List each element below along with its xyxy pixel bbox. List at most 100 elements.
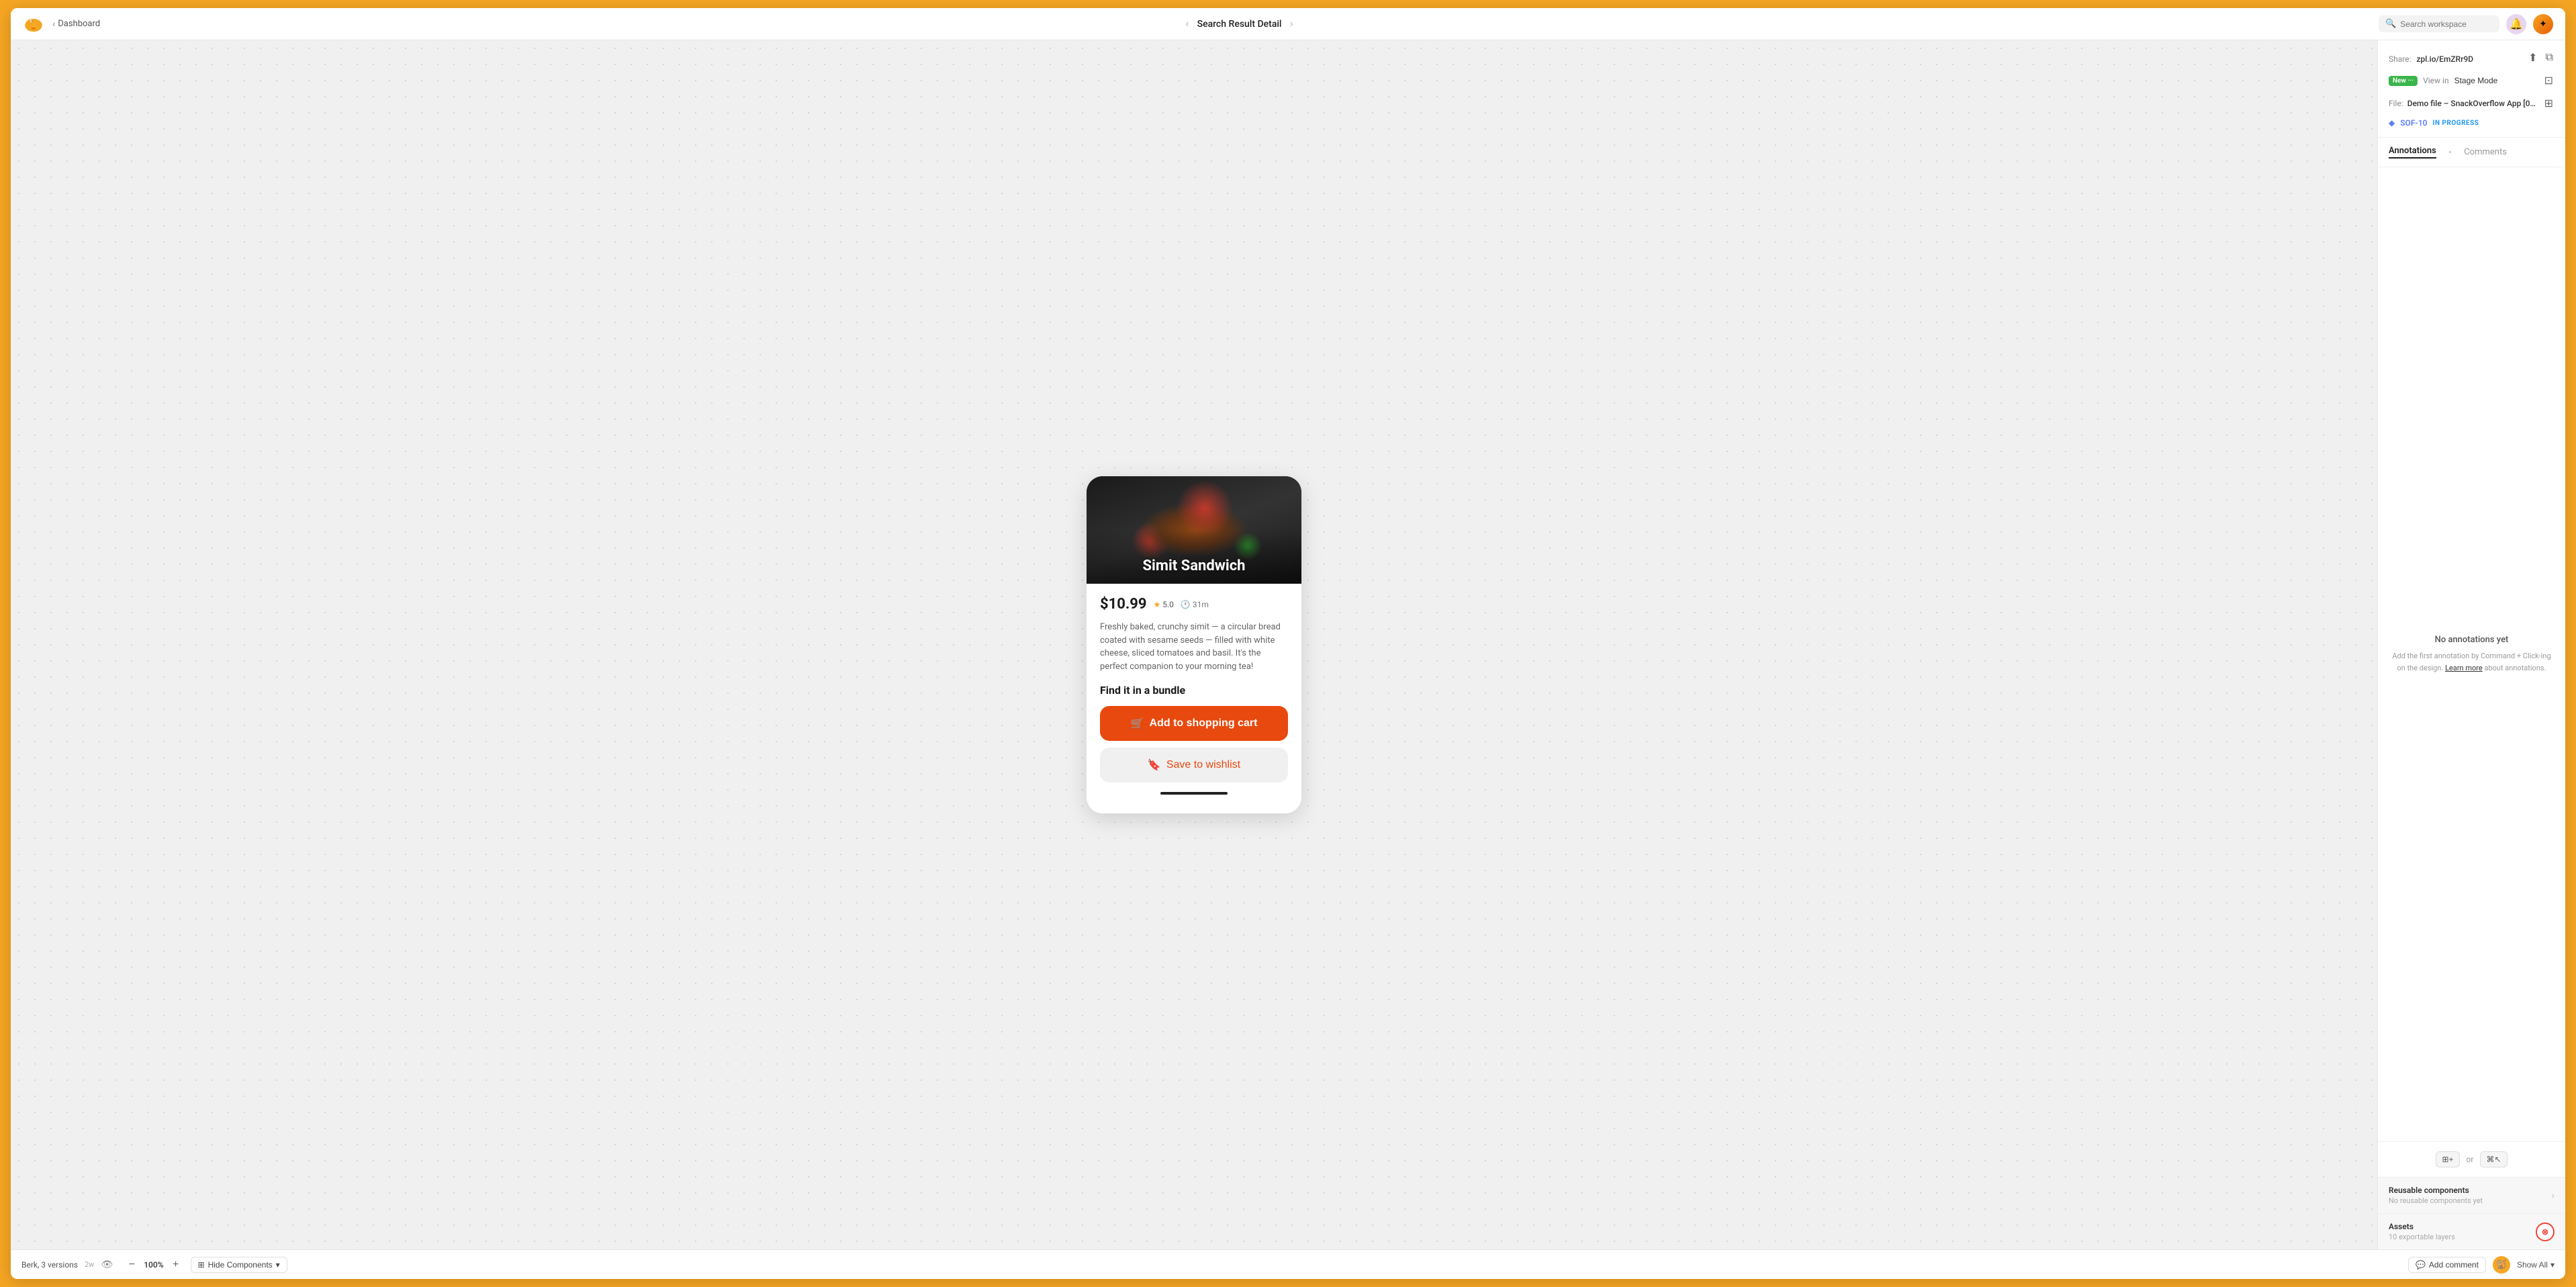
tab-annotations[interactable]: Annotations <box>2389 146 2436 159</box>
hide-components-button[interactable]: ⊞ Hide Components ▾ <box>191 1257 287 1273</box>
bottom-right: 💬 Add comment 🐒 Show All ▾ <box>2408 1256 2555 1274</box>
app-window: ‹ Dashboard ‹ Search Result Detail › 🔍 🔔… <box>11 8 2565 1279</box>
next-nav-button[interactable]: › <box>1289 18 1295 30</box>
zoom-level: 100% <box>144 1260 163 1270</box>
status-badge: IN PROGRESS <box>2433 120 2479 127</box>
share-upload-button[interactable]: ⬆ <box>2527 50 2538 66</box>
annotation-shortcuts: ⊞+ or ⌘↖ <box>2378 1141 2565 1177</box>
assets-title: Assets <box>2389 1222 2455 1231</box>
avatar-icon: ✦ <box>2539 18 2547 30</box>
page-title: Search Result Detail <box>1197 19 1282 30</box>
cart-btn-label: Add to shopping cart <box>1150 717 1258 729</box>
share-section: Share: zpl.io/EmZRr9D ⬆ ⧉ New ··· View i… <box>2378 40 2565 138</box>
view-in-row: New ··· View in Stage Mode ⊡ <box>2389 73 2555 89</box>
prev-nav-button[interactable]: ‹ <box>1184 18 1190 30</box>
back-button[interactable]: ‹ Dashboard <box>52 19 100 30</box>
header-title-area: ‹ Search Result Detail › <box>108 18 2371 30</box>
add-comment-button[interactable]: 💬 Add comment <box>2408 1257 2486 1273</box>
cart-icon: 🛒 <box>1131 717 1144 730</box>
share-row: Share: zpl.io/EmZRr9D ⬆ ⧉ <box>2389 50 2555 66</box>
annotations-empty-desc: Add the first annotation by Command + Cl… <box>2391 650 2552 674</box>
zoom-controls: − 100% + <box>124 1257 183 1273</box>
main-content: Simit Sandwich $10.99 ★ 5.0 🕐 31m <box>11 40 2565 1249</box>
back-chevron-icon: ‹ <box>52 19 55 30</box>
annotations-empty-state: No annotations yet Add the first annotat… <box>2378 167 2565 1141</box>
rating: ★ 5.0 <box>1154 600 1174 609</box>
zoom-in-button[interactable]: + <box>168 1257 184 1273</box>
reusable-title: Reusable components <box>2389 1186 2483 1195</box>
add-to-cart-button[interactable]: 🛒 Add to shopping cart <box>1100 706 1288 741</box>
show-all-chevron-icon: ▾ <box>2550 1260 2555 1270</box>
bottom-time: 2w <box>85 1260 94 1269</box>
annotations-tabs: Annotations • Comments <box>2378 138 2565 167</box>
right-panel: Share: zpl.io/EmZRr9D ⬆ ⧉ New ··· View i… <box>2377 40 2565 1249</box>
add-comment-label: Add comment <box>2429 1260 2479 1270</box>
card-body: $10.99 ★ 5.0 🕐 31m Freshly baked, crunch… <box>1087 584 1301 813</box>
annotations-empty-title: No annotations yet <box>2435 635 2509 645</box>
show-all-button[interactable]: Show All ▾ <box>2517 1260 2555 1270</box>
view-in-left: New ··· View in Stage Mode <box>2389 76 2497 86</box>
comment-icon: 💬 <box>2416 1260 2426 1270</box>
shortcut-button-2[interactable]: ⌘↖ <box>2480 1151 2507 1167</box>
header: ‹ Dashboard ‹ Search Result Detail › 🔍 🔔… <box>11 8 2565 40</box>
zoom-out-button[interactable]: − <box>124 1257 140 1273</box>
notification-button[interactable]: 🔔 <box>2506 14 2526 34</box>
shortcut-or: or <box>2467 1155 2474 1164</box>
view-in-label: View in <box>2423 76 2448 85</box>
file-label: File: <box>2389 99 2403 108</box>
header-right: 🔍 🔔 ✦ <box>2379 14 2553 34</box>
canvas-area[interactable]: Simit Sandwich $10.99 ★ 5.0 🕐 31m <box>11 40 2377 1249</box>
bookmark-icon: 🔖 <box>1148 758 1161 772</box>
time-info: 🕐 31m <box>1181 600 1209 609</box>
description: Freshly baked, crunchy simit — a circula… <box>1100 621 1288 673</box>
phone-card: Simit Sandwich $10.99 ★ 5.0 🕐 31m <box>1087 476 1301 813</box>
diamond-icon: ◆ <box>2389 118 2395 128</box>
share-link: zpl.io/EmZRr9D <box>2416 54 2473 64</box>
learn-more-link[interactable]: Learn more <box>2445 664 2483 672</box>
food-image-overlay <box>1087 530 1301 584</box>
price: $10.99 <box>1100 596 1147 613</box>
ticket-row: ◆ SOF-10 IN PROGRESS <box>2389 118 2555 128</box>
new-badge: New ··· <box>2389 76 2418 86</box>
time-value: 31m <box>1193 600 1209 609</box>
tab-comments[interactable]: Comments <box>2464 147 2507 157</box>
chevron-right-icon: › <box>2552 1190 2555 1201</box>
share-copy-button[interactable]: ⧉ <box>2544 50 2555 66</box>
food-image: Simit Sandwich <box>1087 476 1301 584</box>
assets-section: Assets 10 exportable layers ⊗ <box>2378 1213 2565 1249</box>
food-title: Simit Sandwich <box>1087 558 1301 574</box>
components-chevron-icon: ▾ <box>276 1260 280 1270</box>
assets-info: Assets 10 exportable layers <box>2389 1222 2455 1241</box>
search-input[interactable] <box>2400 19 2493 29</box>
shortcut-button-1[interactable]: ⊞+ <box>2436 1151 2459 1167</box>
share-label: Share: <box>2389 54 2411 64</box>
sos-button[interactable]: ⊗ <box>2536 1223 2555 1241</box>
home-indicator <box>1160 792 1228 795</box>
rating-value: 5.0 <box>1162 600 1174 609</box>
components-icon: ⊞ <box>198 1260 205 1270</box>
clock-icon: 🕐 <box>1181 600 1191 609</box>
eye-icon: 👁 <box>101 1259 113 1270</box>
save-to-wishlist-button[interactable]: 🔖 Save to wishlist <box>1100 748 1288 783</box>
show-all-label: Show All <box>2517 1260 2548 1270</box>
file-icon-button[interactable]: ⊞ <box>2543 95 2555 112</box>
stage-mode-icon-button[interactable]: ⊡ <box>2543 73 2555 89</box>
app-logo <box>23 13 44 35</box>
avatar: 🐒 <box>2493 1256 2510 1274</box>
file-name: Demo file – SnackOverflow App [0… <box>2407 99 2539 108</box>
tab-separator: • <box>2448 146 2452 159</box>
search-box[interactable]: 🔍 <box>2379 15 2499 32</box>
avatar-button[interactable]: ✦ <box>2533 14 2553 34</box>
hide-components-label: Hide Components <box>208 1260 273 1270</box>
stage-mode-button[interactable]: Stage Mode <box>2454 76 2498 85</box>
annotations-desc-text2: about annotations. <box>2484 664 2546 672</box>
bottom-user: Berk, 3 versions <box>21 1260 78 1270</box>
star-icon: ★ <box>1154 600 1161 609</box>
bundle-label: Find it in a bundle <box>1100 684 1288 697</box>
share-info: Share: zpl.io/EmZRr9D <box>2389 52 2473 64</box>
bottom-bar: Berk, 3 versions 2w 👁 − 100% + ⊞ Hide Co… <box>11 1249 2565 1279</box>
wishlist-btn-label: Save to wishlist <box>1166 759 1240 771</box>
reusable-subtitle: No reusable components yet <box>2389 1196 2483 1205</box>
reusable-components-section[interactable]: Reusable components No reusable componen… <box>2378 1177 2565 1213</box>
search-icon: 🔍 <box>2385 19 2396 29</box>
